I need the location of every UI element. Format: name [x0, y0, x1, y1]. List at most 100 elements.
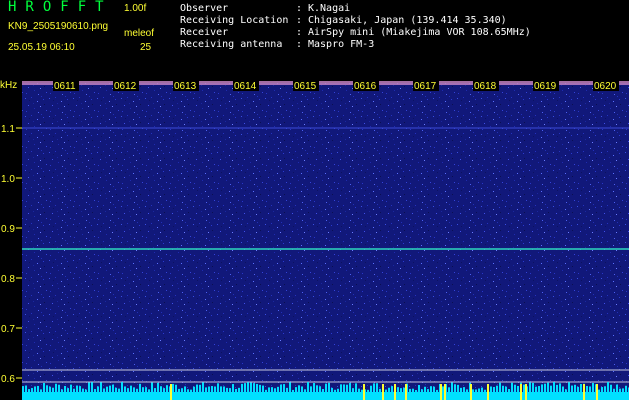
baseline-spike — [103, 388, 105, 392]
baseline-spike — [49, 386, 51, 392]
x-tick-label: 0616 — [354, 81, 377, 92]
baseline-spike — [340, 384, 342, 392]
baseline-spike — [277, 386, 279, 392]
baseline-spike — [622, 388, 624, 392]
baseline-noise-floor — [22, 392, 629, 400]
baseline-spike — [523, 384, 525, 392]
baseline-spike — [247, 382, 249, 392]
baseline-spike — [217, 383, 219, 392]
baseline-spike — [331, 387, 333, 392]
baseline-spike — [580, 383, 582, 392]
baseline-spike — [358, 388, 360, 392]
baseline-spike — [598, 389, 600, 392]
baseline-spike — [385, 389, 387, 392]
baseline-spike — [415, 389, 417, 392]
baseline-spike — [61, 389, 63, 392]
baseline-spike — [118, 388, 120, 392]
baseline-spike — [370, 385, 372, 392]
baseline-spike — [466, 389, 468, 392]
baseline-yellow-spike — [470, 384, 472, 400]
baseline-spike — [424, 386, 426, 392]
baseline-spike — [205, 387, 207, 392]
baseline-spike — [73, 388, 75, 392]
baseline-spike — [496, 385, 498, 392]
baseline-yellow-spike — [596, 384, 598, 400]
baseline-yellow-spike — [363, 384, 365, 400]
baseline-spike — [616, 384, 618, 392]
baseline-spike — [271, 387, 273, 392]
baseline-spike — [301, 386, 303, 392]
baseline-spike — [346, 384, 348, 392]
baseline-spike — [289, 382, 291, 392]
baseline-spike — [286, 387, 288, 392]
baseline-spike — [589, 386, 591, 392]
baseline-spike — [319, 386, 321, 392]
baseline-spike — [508, 389, 510, 392]
baseline-spike — [427, 389, 429, 392]
baseline-spike — [280, 384, 282, 392]
x-tick-label: 0615 — [294, 81, 317, 92]
baseline-spike — [547, 382, 549, 392]
baseline-spike — [43, 382, 45, 392]
baseline-spike — [142, 387, 144, 392]
baseline-spike — [127, 388, 129, 392]
baseline-spike — [577, 386, 579, 392]
baseline-spike — [46, 385, 48, 392]
baseline-spike — [220, 386, 222, 392]
baseline-spike — [223, 386, 225, 392]
baseline-spike — [442, 386, 444, 392]
info-colon: : — [296, 27, 303, 38]
baseline-spike — [625, 385, 627, 392]
baseline-spike — [343, 384, 345, 392]
baseline-spike — [121, 382, 123, 392]
info-value-observer: K.Nagai — [308, 3, 351, 14]
baseline-spike — [175, 384, 177, 392]
baseline-spike — [208, 386, 210, 392]
spectrogram-plot: 1.1 1.0 0.9 0.8 0.7 0.6 0611 0612 0613 0614 0615 06… — [0, 80, 629, 400]
info-label-observer: Observer — [180, 3, 229, 14]
baseline-spike — [451, 382, 453, 392]
x-tick-label: 0620 — [594, 81, 617, 92]
baseline-spike — [349, 383, 351, 392]
baseline-spike — [391, 386, 393, 392]
baseline-spike — [298, 385, 300, 392]
datetime-label: 25.05.19 06:10 — [8, 42, 75, 53]
baseline-spike — [214, 386, 216, 392]
baseline-spike — [553, 382, 555, 392]
baseline-spike — [31, 388, 33, 392]
baseline-spike — [268, 387, 270, 392]
baseline-spike — [355, 383, 357, 392]
baseline-spike — [403, 387, 405, 392]
baseline-spike — [136, 388, 138, 392]
baseline-spike — [199, 384, 201, 392]
baseline-spike — [106, 386, 108, 392]
baseline-spike — [25, 385, 27, 392]
baseline-yellow-spike — [405, 384, 407, 400]
spectrogram-background — [22, 83, 629, 395]
baseline-spike — [91, 382, 93, 392]
baseline-yellow-spike — [444, 384, 446, 400]
baseline-spike — [250, 382, 252, 392]
baseline-yellow-spike — [487, 384, 489, 400]
baseline-spike — [448, 387, 450, 392]
baseline-spike — [529, 382, 531, 392]
y-tick-label: 0.6 — [1, 374, 15, 385]
baseline-spike — [67, 388, 69, 392]
baseline-spike — [82, 388, 84, 392]
baseline-spike — [259, 384, 261, 392]
baseline-spike — [433, 386, 435, 392]
baseline-spike — [94, 389, 96, 392]
baseline-spike — [202, 382, 204, 392]
baseline-spike — [361, 389, 363, 392]
baseline-spike — [541, 384, 543, 392]
x-tick-label: 0611 — [54, 81, 76, 92]
baseline-spike — [325, 383, 327, 392]
baseline-spike — [238, 387, 240, 392]
baseline-spike — [334, 389, 336, 392]
baseline-spike — [607, 382, 609, 392]
baseline-spike — [292, 389, 294, 392]
baseline-spike — [283, 384, 285, 392]
baseline-spike — [256, 384, 258, 392]
baseline-spike — [544, 383, 546, 392]
meleof-label: meleof — [124, 28, 155, 39]
